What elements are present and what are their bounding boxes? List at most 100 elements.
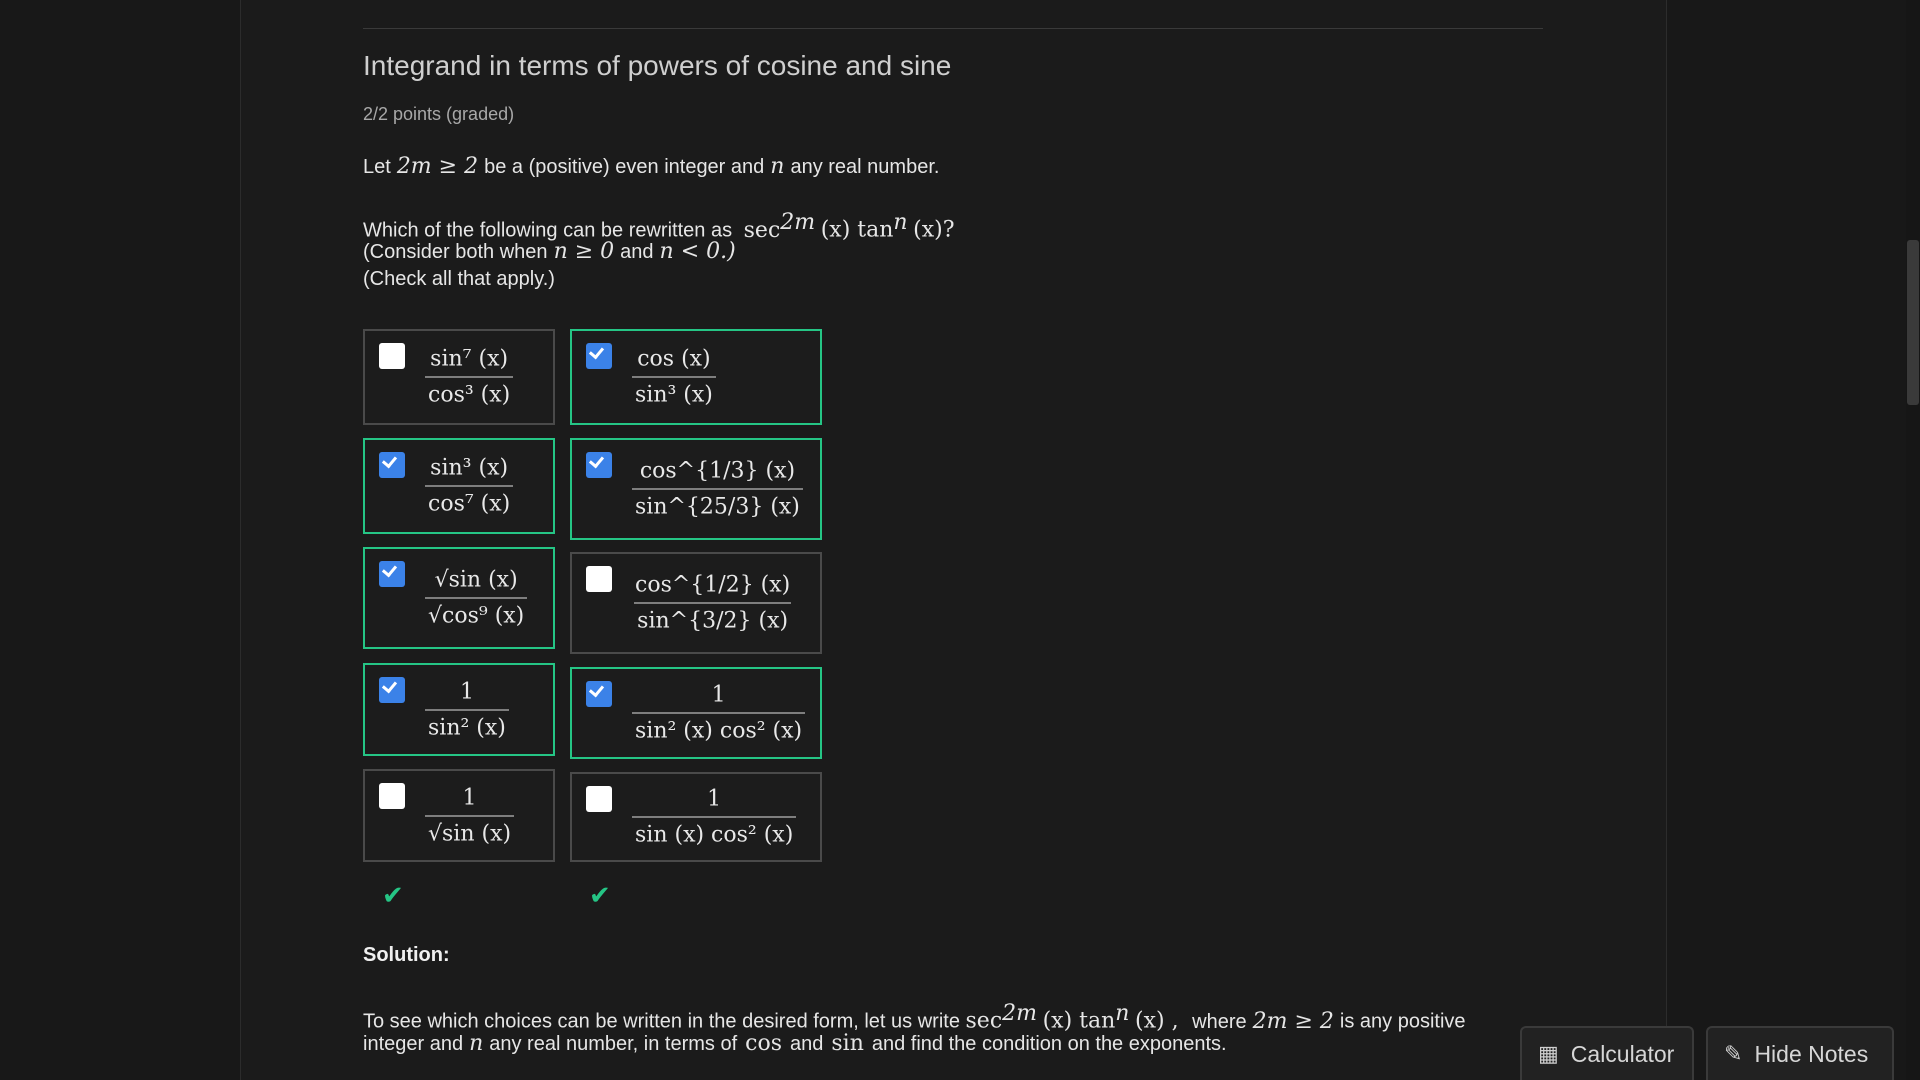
scrollbar-thumb[interactable] bbox=[1907, 240, 1919, 405]
fraction-denominator: sin^{25/3} (x) bbox=[632, 488, 803, 520]
checkbox[interactable] bbox=[379, 452, 405, 478]
math-variable: n bbox=[770, 154, 785, 179]
choice-option[interactable]: 1 sin² (x) bbox=[363, 663, 555, 756]
checkbox[interactable] bbox=[379, 677, 405, 703]
math-expression: n ≥ 0 bbox=[553, 239, 615, 264]
choice-fraction: √sin (x) √cos⁹ (x) bbox=[425, 567, 528, 629]
intro-text: be a (positive) even integer and bbox=[484, 156, 765, 178]
scrollbar-track[interactable] bbox=[1906, 0, 1920, 1080]
math-expression: (x) tan bbox=[1042, 1008, 1116, 1034]
math-variable: n bbox=[469, 1031, 484, 1056]
choice-option[interactable]: cos^{1/3} (x) sin^{25/3} (x) bbox=[570, 438, 822, 540]
intro-text: Let bbox=[363, 156, 391, 178]
math-expression: (x)? bbox=[913, 217, 955, 243]
choice-option[interactable]: 1 sin² (x) cos² (x) bbox=[570, 667, 822, 759]
hide-notes-label: Hide Notes bbox=[1754, 1040, 1869, 1067]
calculator-label: Calculator bbox=[1570, 1040, 1675, 1067]
calculator-icon: ▦ bbox=[1538, 1041, 1559, 1066]
solution-text-line-1: To see which choices can be written in t… bbox=[363, 1001, 1466, 1034]
checkbox[interactable] bbox=[586, 566, 612, 592]
math-expression: 2m ≥ 2 bbox=[1252, 1008, 1334, 1034]
fraction-denominator: cos⁷ (x) bbox=[425, 485, 514, 517]
points-label: 2/2 points (graded) bbox=[363, 104, 515, 124]
math-expression: sin bbox=[831, 1031, 864, 1056]
solution-text: To see which choices can be written in t… bbox=[363, 1010, 960, 1033]
checkbox[interactable] bbox=[586, 681, 612, 707]
math-expression: sec bbox=[965, 1008, 1003, 1034]
fraction-denominator: cos³ (x) bbox=[425, 376, 514, 408]
choice-option[interactable]: √sin (x) √cos⁹ (x) bbox=[363, 547, 555, 649]
fraction-denominator: √sin (x) bbox=[425, 815, 515, 846]
math-exponent: 2m bbox=[780, 210, 816, 235]
choice-option[interactable]: 1 sin (x) cos² (x) bbox=[570, 772, 822, 862]
choice-option[interactable]: cos^{1/2} (x) sin^{3/2} (x) bbox=[570, 552, 822, 654]
choice-option[interactable]: sin⁷ (x) cos³ (x) bbox=[363, 329, 555, 425]
fraction-numerator: 1 bbox=[707, 786, 722, 812]
checkbox[interactable] bbox=[586, 452, 612, 478]
checkbox[interactable] bbox=[379, 561, 405, 587]
checkbox[interactable] bbox=[586, 343, 612, 369]
choice-option[interactable]: sin³ (x) cos⁷ (x) bbox=[363, 438, 555, 534]
fraction-denominator: sin³ (x) bbox=[632, 376, 716, 408]
solution-text: and bbox=[790, 1033, 824, 1055]
choice-fraction: cos^{1/2} (x) sin^{3/2} (x) bbox=[632, 573, 793, 634]
fraction-denominator: sin^{3/2} (x) bbox=[634, 602, 792, 634]
choice-fraction: cos^{1/3} (x) sin^{25/3} (x) bbox=[632, 459, 803, 520]
question-text-part: (Consider both when bbox=[363, 241, 548, 263]
fraction-numerator: sin⁷ (x) bbox=[430, 346, 509, 372]
math-exponent: n bbox=[1115, 1001, 1130, 1026]
fraction-denominator: sin² (x) cos² (x) bbox=[632, 712, 806, 744]
fraction-numerator: cos^{1/3} (x) bbox=[639, 458, 796, 484]
problem-title: Integrand in terms of powers of cosine a… bbox=[363, 50, 952, 81]
problem-intro: Let 2m ≥ 2 be a (positive) even integer an… bbox=[363, 154, 939, 179]
check-all-note: (Check all that apply.) bbox=[363, 268, 555, 290]
fraction-numerator: cos^{1/2} (x) bbox=[635, 572, 791, 598]
question-text: Which of the following can be rewritten … bbox=[363, 210, 955, 243]
solution-text: integer and bbox=[363, 1033, 464, 1055]
fraction-denominator: √cos⁹ (x) bbox=[425, 597, 528, 629]
checkbox[interactable] bbox=[379, 783, 405, 809]
solution-text: is any positive bbox=[1339, 1010, 1466, 1033]
question-note: (Consider both when n ≥ 0 and n < 0.) bbox=[363, 239, 742, 264]
fraction-denominator: sin (x) cos² (x) bbox=[632, 816, 797, 848]
math-expression: cos bbox=[745, 1031, 782, 1056]
fraction-numerator: √sin (x) bbox=[434, 567, 518, 593]
fraction-numerator: sin³ (x) bbox=[430, 455, 509, 481]
choice-fraction: 1 √sin (x) bbox=[425, 785, 515, 846]
math-expression: (x) tan bbox=[820, 217, 894, 243]
fraction-numerator: 1 bbox=[711, 682, 726, 708]
divider bbox=[363, 28, 1543, 29]
check-icon: ✔ bbox=[382, 880, 404, 910]
solution-text: any real number, in terms of bbox=[489, 1033, 738, 1055]
fraction-numerator: cos (x) bbox=[637, 346, 711, 372]
intro-text: any real number. bbox=[790, 156, 940, 178]
math-expression: n < 0.) bbox=[659, 239, 736, 264]
choice-option[interactable]: cos (x) sin³ (x) bbox=[570, 329, 822, 425]
math-expression: 2m ≥ 2 bbox=[396, 154, 479, 179]
math-expression: (x) , bbox=[1135, 1008, 1179, 1034]
choice-fraction: 1 sin (x) cos² (x) bbox=[632, 786, 797, 848]
question-text-part: and bbox=[620, 241, 654, 263]
hide-notes-button[interactable]: ✎ Hide Notes bbox=[1706, 1026, 1894, 1080]
choice-fraction: sin⁷ (x) cos³ (x) bbox=[425, 346, 514, 408]
math-expression: sec bbox=[743, 217, 781, 243]
solution-text: and find the condition on the exponents. bbox=[871, 1033, 1227, 1055]
choice-fraction: 1 sin² (x) cos² (x) bbox=[632, 682, 806, 744]
choice-fraction: sin³ (x) cos⁷ (x) bbox=[425, 455, 514, 517]
pencil-icon: ✎ bbox=[1724, 1041, 1743, 1066]
fraction-denominator: sin² (x) bbox=[425, 709, 509, 740]
solution-text-line-2: integer and n any real number, in terms of… bbox=[363, 1031, 1227, 1056]
fraction-numerator: 1 bbox=[459, 679, 474, 704]
choice-option[interactable]: 1 √sin (x) bbox=[363, 769, 555, 862]
fraction-numerator: 1 bbox=[462, 785, 477, 810]
check-icon: ✔ bbox=[589, 880, 611, 910]
choice-fraction: cos (x) sin³ (x) bbox=[632, 347, 716, 408]
solution-text: where bbox=[1192, 1010, 1247, 1033]
problem-panel: Integrand in terms of powers of cosine a… bbox=[240, 0, 1667, 1080]
math-exponent: 2m bbox=[1002, 1001, 1038, 1026]
math-exponent: n bbox=[893, 210, 908, 235]
checkbox[interactable] bbox=[586, 786, 612, 812]
calculator-button[interactable]: ▦ Calculator bbox=[1520, 1026, 1694, 1080]
checkbox[interactable] bbox=[379, 343, 405, 369]
solution-heading: Solution: bbox=[363, 944, 450, 966]
